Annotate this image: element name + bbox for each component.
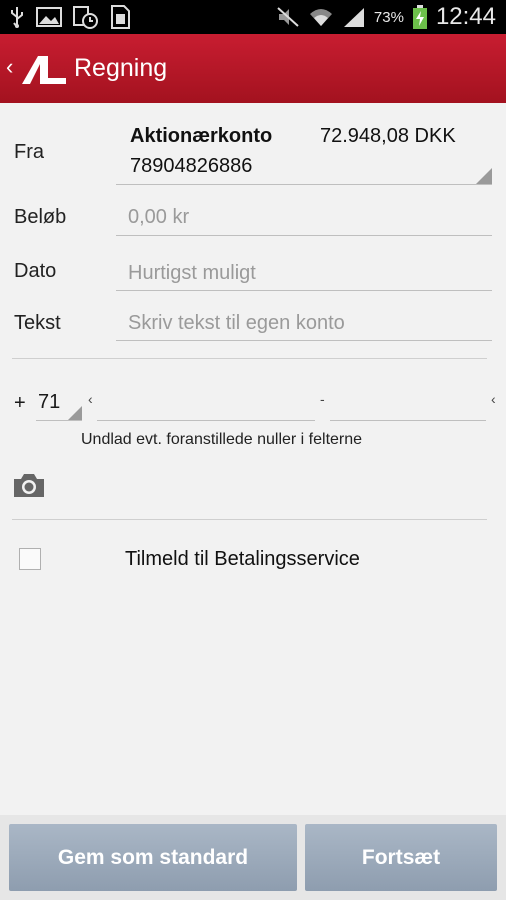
app-logo-icon[interactable] [18,52,68,86]
dropdown-corner-icon [476,168,492,184]
betalingsservice-label: Tilmeld til Betalingsservice [125,548,360,570]
section-divider [12,519,487,520]
belob-input[interactable]: 0,00 kr [116,198,492,236]
wifi-icon [309,9,332,26]
betalingsservice-checkbox[interactable] [19,548,41,570]
account-number: 78904826886 [130,155,253,177]
tekst-input[interactable]: Skriv tekst til egen konto [116,303,492,341]
fik-plus: + [14,392,26,414]
mute-icon [277,7,299,27]
dato-label: Dato [14,260,57,282]
continue-label: Fortsæt [361,845,441,869]
tekst-label: Tekst [14,312,61,334]
fik-field-1[interactable] [97,388,315,421]
account-name: Aktionærkonto [130,125,273,147]
page-title: Regning [74,54,168,82]
fik-separator-left: ‹ [88,391,93,407]
continue-button[interactable]: Fortsæt [305,824,497,891]
dato-placeholder: Hurtigst muligt [128,262,256,284]
fik-separator-right: ‹ [491,391,496,407]
battery-charging-icon [412,5,427,29]
battery-percent: 73% [373,8,404,26]
clock-time: 12:44 [435,3,496,30]
fik-field-2[interactable] [330,388,486,421]
fik-hint: Undlad evt. foranstillede nuller i felte… [81,431,363,448]
tekst-placeholder: Skriv tekst til egen konto [128,312,345,334]
section-divider [12,358,487,359]
camera-icon[interactable] [12,471,46,499]
account-selector[interactable]: Aktionærkonto 72.948,08 DKK 78904826886 [116,120,492,185]
fik-separator-mid: - [320,391,325,407]
fik-code-selector[interactable]: 71 [36,388,82,421]
account-balance: 72.948,08 DKK [320,125,456,147]
save-default-button[interactable]: Gem som standard [9,824,297,891]
dropdown-corner-icon [68,406,82,420]
signal-icon [343,8,364,27]
action-bar: ‹ Regning [0,34,506,103]
back-chevron-icon[interactable]: ‹ [6,56,13,78]
image-icon [36,7,62,27]
fik-code: 71 [38,391,61,413]
belob-label: Beløb [14,206,67,228]
clock-icon [73,6,98,29]
belob-placeholder: 0,00 kr [128,206,190,228]
save-default-label: Gem som standard [57,845,249,869]
fra-label: Fra [14,141,44,163]
sim-icon [111,5,130,29]
dato-input[interactable]: Hurtigst muligt [116,253,492,291]
usb-icon [11,7,23,28]
status-bar: 73% 12:44 [0,0,506,34]
